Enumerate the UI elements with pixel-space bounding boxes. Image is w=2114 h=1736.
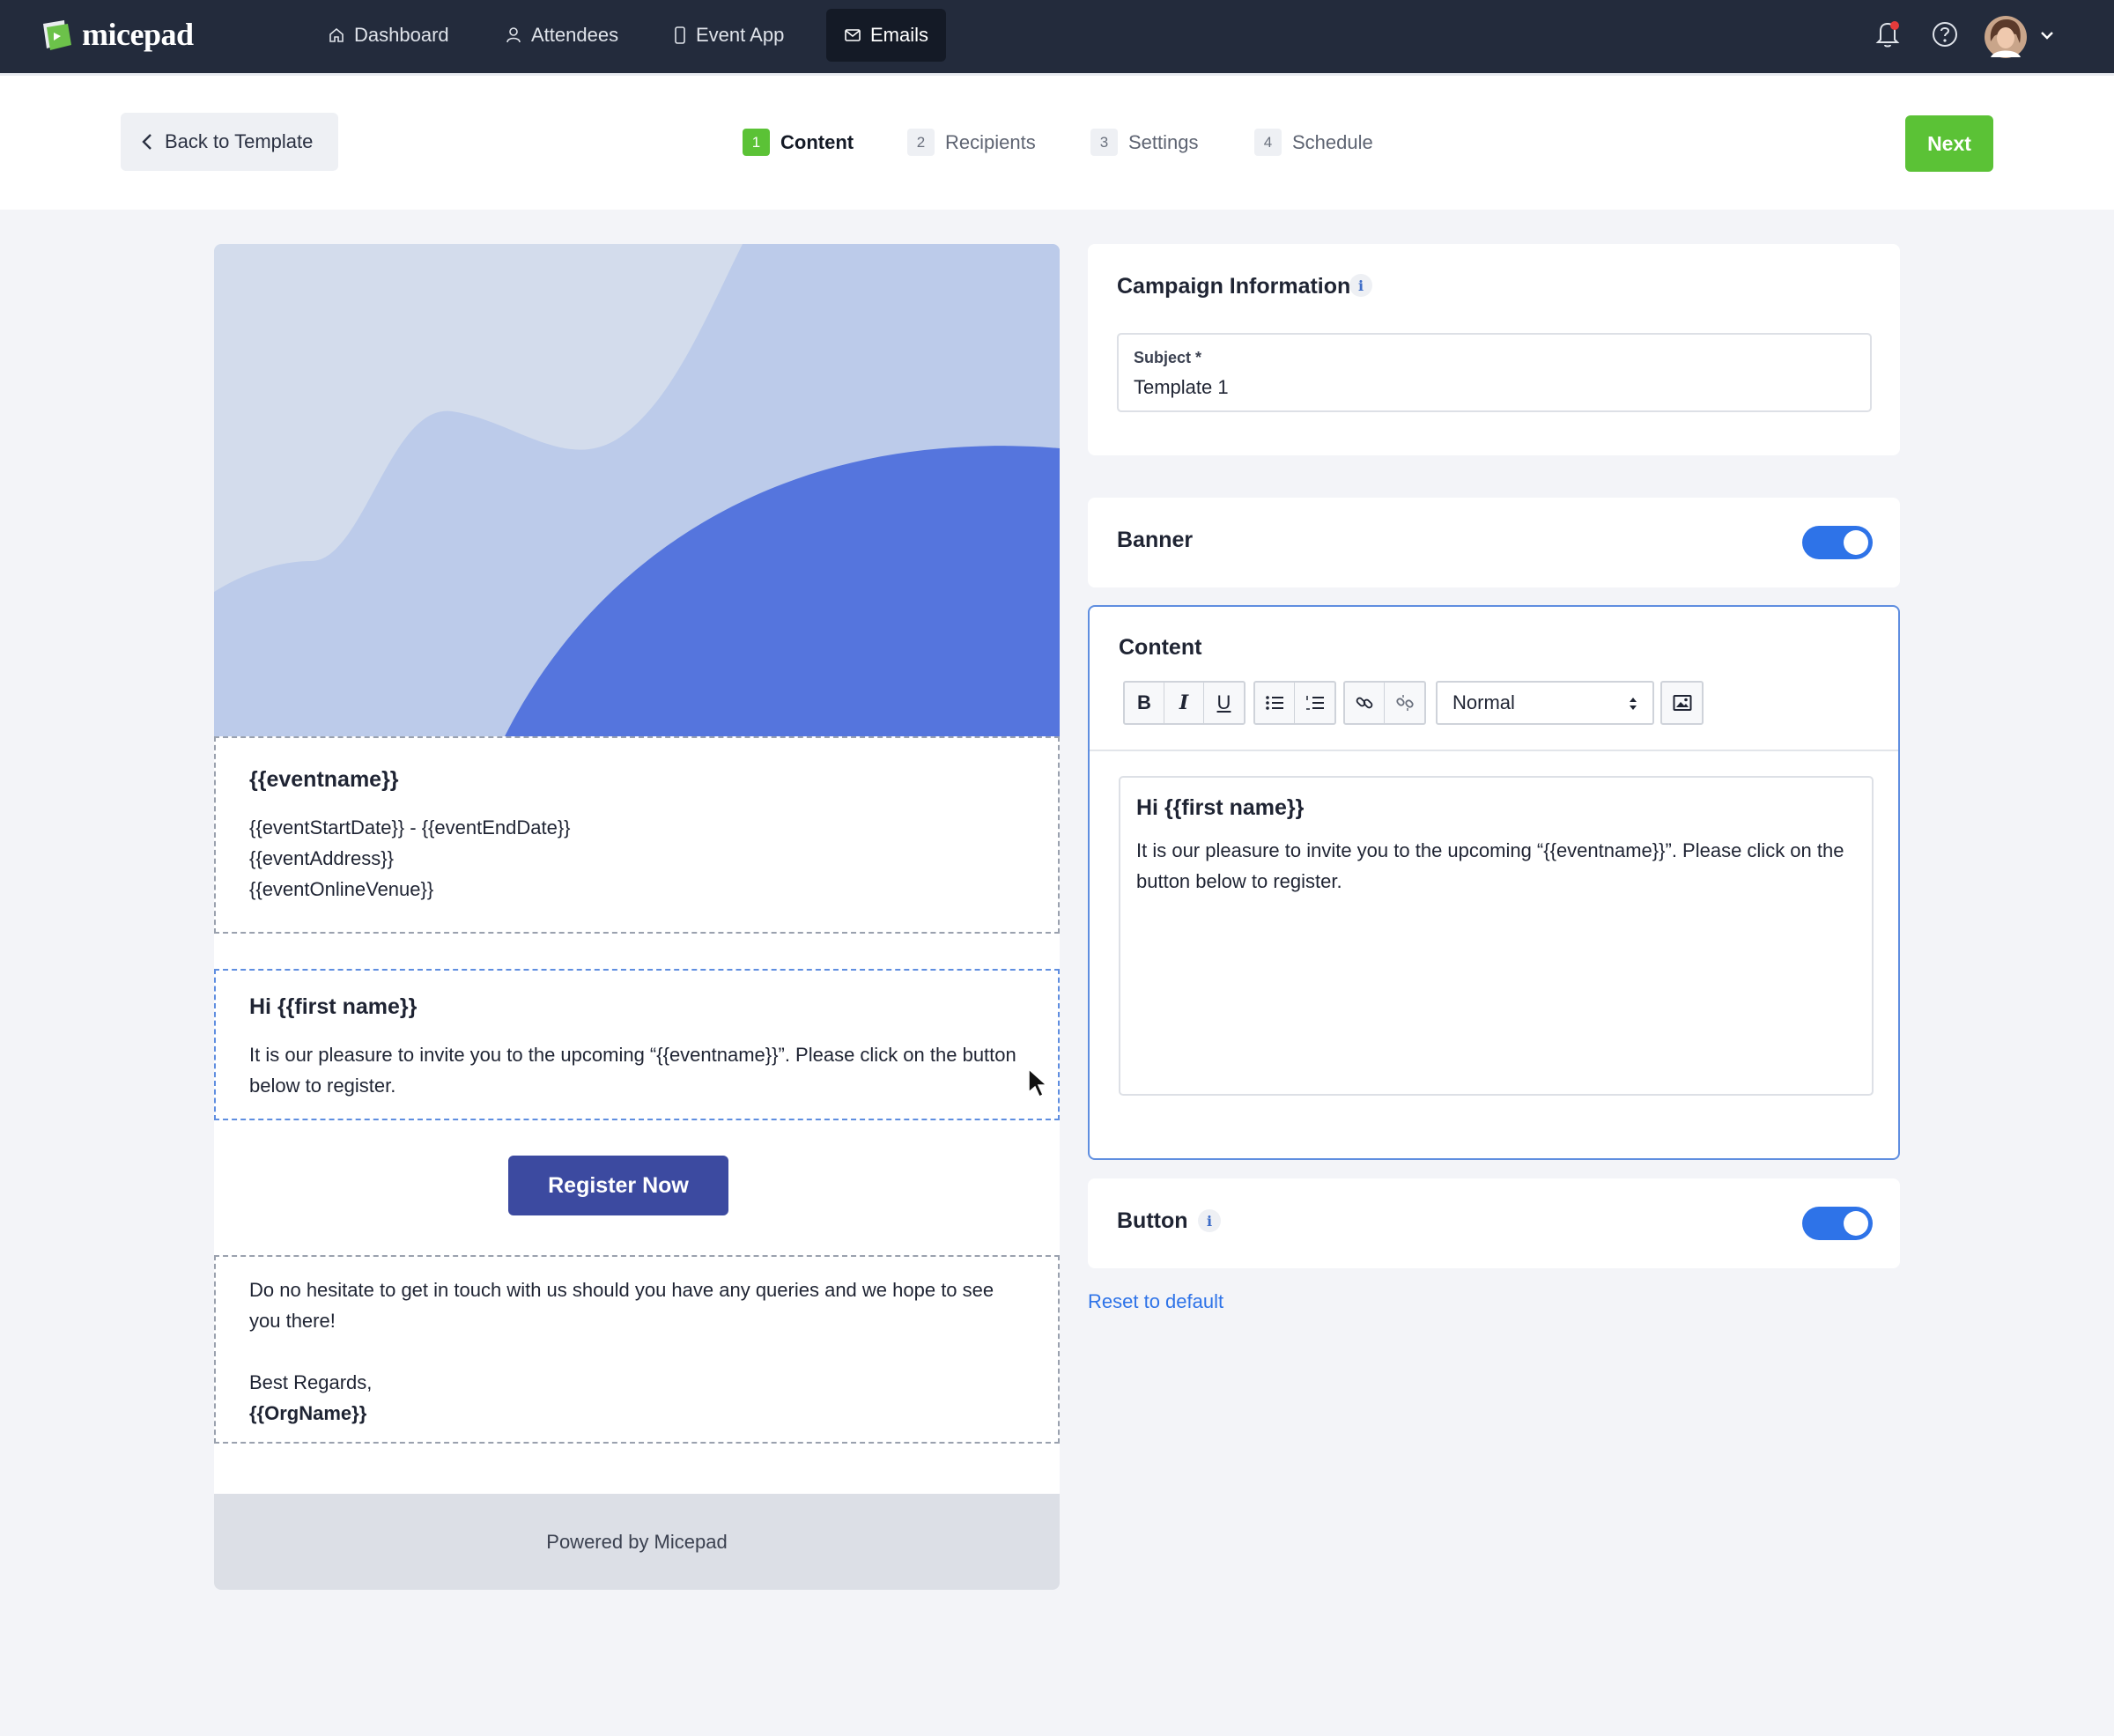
subject-field[interactable]: Subject * Template 1 (1117, 333, 1872, 412)
nav-emails[interactable]: Emails (826, 9, 947, 62)
greeting-title: Hi {{first name}} (249, 994, 418, 1019)
content-editor[interactable]: Hi {{first name}} It is our pleasure to … (1119, 776, 1874, 1096)
nav-dashboard[interactable]: Dashboard (310, 9, 467, 62)
button-title: Button (1117, 1208, 1188, 1233)
micepad-logo-icon (40, 17, 77, 52)
step-number: 4 (1254, 129, 1282, 156)
button-toggle[interactable] (1802, 1207, 1873, 1240)
back-to-template-button[interactable]: Back to Template (121, 113, 338, 171)
format-select[interactable]: Normal (1436, 681, 1654, 725)
user-icon (506, 27, 521, 43)
step-number: 1 (743, 129, 770, 156)
step-label: Content (780, 130, 854, 153)
event-address: {{eventAddress}} (249, 847, 394, 869)
link-group (1343, 681, 1426, 725)
bold-button[interactable]: B (1125, 683, 1164, 723)
powered-by-footer: Powered by Micepad (214, 1494, 1060, 1590)
step-schedule[interactable]: 4 Schedule (1254, 129, 1373, 156)
reset-to-default-link[interactable]: Reset to default (1088, 1290, 1223, 1313)
subject-label: Subject * (1134, 349, 1202, 366)
step-settings[interactable]: 3 Settings (1090, 129, 1199, 156)
subject-input[interactable]: Template 1 (1134, 376, 1229, 399)
nav-dashboard-label: Dashboard (354, 24, 449, 46)
closing-text: Do no hesitate to get in touch with us s… (249, 1279, 994, 1332)
app-logo[interactable]: micepad (40, 16, 194, 53)
numbered-list-button[interactable] (1295, 683, 1334, 723)
image-icon (1673, 695, 1691, 711)
select-arrows-icon (1630, 698, 1637, 710)
app-name: micepad (82, 17, 194, 52)
banner-title: Banner (1117, 528, 1194, 552)
top-navbar: micepad Dashboard Attendees Event App Em… (0, 0, 2114, 73)
chevron-down-icon (2041, 32, 2053, 40)
format-select-value: Normal (1452, 691, 1515, 713)
step-content[interactable]: 1 Content (743, 129, 854, 156)
phone-icon (675, 26, 685, 44)
event-dates: {{eventStartDate}} - {{eventEndDate}} (249, 816, 571, 838)
toolbar-divider (1090, 750, 1898, 751)
unlink-icon (1395, 695, 1414, 711)
step-recipients[interactable]: 2 Recipients (907, 129, 1036, 156)
mail-icon (845, 29, 861, 41)
bullet-list-icon (1266, 696, 1283, 710)
step-number: 2 (907, 129, 935, 156)
help-icon (1933, 22, 1957, 47)
unlink-button[interactable] (1385, 683, 1424, 723)
account-menu-toggle[interactable] (2038, 26, 2056, 48)
editor-body-text: It is our pleasure to invite you to the … (1136, 839, 1844, 892)
mouse-cursor-icon (1028, 1067, 1048, 1098)
help-button[interactable] (1930, 19, 1960, 54)
content-title: Content (1119, 635, 1202, 660)
bullet-list-button[interactable] (1255, 683, 1295, 723)
italic-button[interactable]: I (1164, 683, 1204, 723)
step-label: Recipients (945, 130, 1036, 153)
button-card: Button i (1088, 1178, 1900, 1268)
link-button[interactable] (1345, 683, 1385, 723)
nav-event-app-label: Event App (696, 24, 785, 46)
org-name: {{OrgName}} (249, 1402, 367, 1424)
greeting-block[interactable]: Hi {{first name}} It is our pleasure to … (214, 969, 1060, 1120)
avatar[interactable] (1984, 15, 2028, 63)
content-card: Content B I U Normal Hi {{first name}} I… (1088, 605, 1900, 1160)
notifications-button[interactable] (1873, 16, 1903, 55)
underline-button[interactable]: U (1204, 683, 1244, 723)
nav-emails-label: Emails (870, 24, 929, 46)
greeting-body: It is our pleasure to invite you to the … (249, 1044, 1016, 1097)
banner-toggle[interactable] (1802, 526, 1873, 559)
text-style-group: B I U (1123, 681, 1245, 725)
campaign-information-card: Campaign Information i Subject * Templat… (1088, 244, 1900, 455)
banner-card: Banner (1088, 498, 1900, 587)
image-group (1660, 681, 1704, 725)
editor-greeting: Hi {{first name}} (1136, 795, 1305, 820)
back-to-template-label: Back to Template (165, 130, 314, 152)
step-label: Settings (1128, 130, 1199, 153)
nav-attendees[interactable]: Attendees (487, 9, 636, 62)
link-icon (1356, 697, 1373, 709)
step-number: 3 (1090, 129, 1118, 156)
nav-event-app[interactable]: Event App (655, 9, 802, 62)
next-button[interactable]: Next (1905, 115, 1993, 172)
nav-attendees-label: Attendees (531, 24, 619, 46)
chevron-left-icon (142, 134, 152, 150)
info-icon[interactable]: i (1349, 274, 1372, 297)
info-icon[interactable]: i (1198, 1209, 1221, 1232)
register-now-button[interactable]: Register Now (508, 1156, 728, 1215)
step-bar: Back to Template 1 Content 2 Recipients … (0, 73, 2114, 210)
campaign-information-title: Campaign Information (1117, 274, 1351, 299)
event-name: {{eventname}} (249, 767, 399, 792)
event-info-block[interactable]: {{eventname}} {{eventStartDate}} - {{eve… (214, 736, 1060, 934)
bell-icon (1875, 21, 1900, 48)
numbered-list-icon (1305, 696, 1324, 710)
home-icon (329, 27, 344, 42)
insert-image-button[interactable] (1662, 683, 1702, 723)
regards-text: Best Regards, (249, 1371, 373, 1393)
email-preview: {{eventname}} {{eventStartDate}} - {{eve… (214, 244, 1060, 1590)
list-group (1253, 681, 1336, 725)
step-label: Schedule (1292, 130, 1373, 153)
closing-block[interactable]: Do no hesitate to get in touch with us s… (214, 1255, 1060, 1444)
email-banner[interactable] (214, 244, 1060, 736)
event-online-venue: {{eventOnlineVenue}} (249, 878, 434, 900)
